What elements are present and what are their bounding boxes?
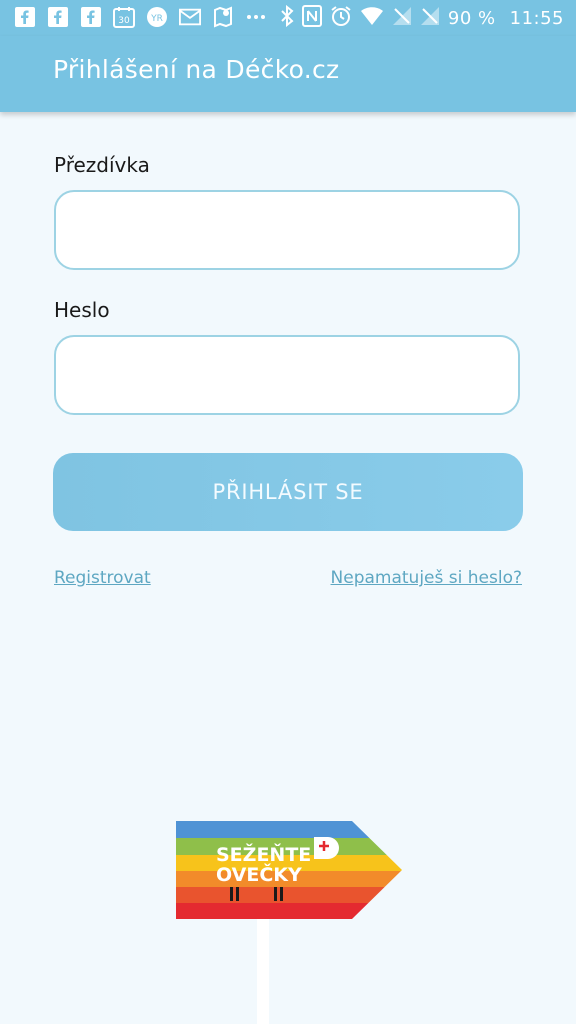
status-bar: 30 YR 90 % 11:55: [0, 0, 576, 36]
promo-line-1: SEŽEŇTE: [216, 843, 311, 866]
gmail-icon: [179, 6, 201, 28]
register-link[interactable]: Registrovat: [54, 568, 151, 588]
stripe-red-orange: [176, 887, 402, 903]
app-bar-title: Přihlášení na Déčko.cz: [53, 55, 340, 84]
decko-logo-icon: [314, 837, 339, 859]
calendar-icon: 30: [113, 6, 135, 28]
system-icons: 90 % 11:55: [280, 4, 564, 32]
svg-text:YR: YR: [150, 14, 163, 24]
signal-icon: [392, 6, 412, 31]
promo-line-2: OVEČKY: [216, 862, 302, 886]
yr-weather-icon: YR: [146, 6, 168, 28]
login-button[interactable]: PŘIHLÁSIT SE: [53, 453, 523, 531]
sign-pole: [257, 918, 269, 1024]
stripe-red: [176, 903, 402, 919]
facebook-icon: [80, 6, 102, 28]
facebook-icon: [14, 6, 36, 28]
clock: 11:55: [509, 8, 564, 29]
password-input[interactable]: [54, 335, 520, 415]
facebook-icon: [47, 6, 69, 28]
bluetooth-icon: [280, 4, 294, 32]
battery-percent: 90 %: [447, 8, 496, 29]
maps-icon: [212, 6, 234, 28]
more-icon: [245, 6, 267, 28]
wifi-icon: [360, 6, 384, 31]
nfc-icon: [301, 5, 322, 32]
signal-icon: [420, 6, 440, 31]
stripe-blue: [176, 821, 402, 838]
notification-icons: 30 YR: [14, 6, 267, 28]
promo-sign-graphic: SEŽEŇTE OVEČKY: [176, 821, 402, 919]
promo-sign[interactable]: SEŽEŇTE OVEČKY: [176, 821, 406, 925]
forgot-password-link[interactable]: Nepamatuješ si heslo?: [331, 568, 522, 588]
nickname-label: Přezdívka: [54, 153, 150, 177]
svg-text:30: 30: [118, 16, 130, 26]
password-label: Heslo: [54, 298, 110, 322]
alarm-icon: [330, 5, 352, 32]
app-bar: Přihlášení na Déčko.cz: [0, 36, 576, 112]
nickname-input[interactable]: [54, 190, 520, 270]
